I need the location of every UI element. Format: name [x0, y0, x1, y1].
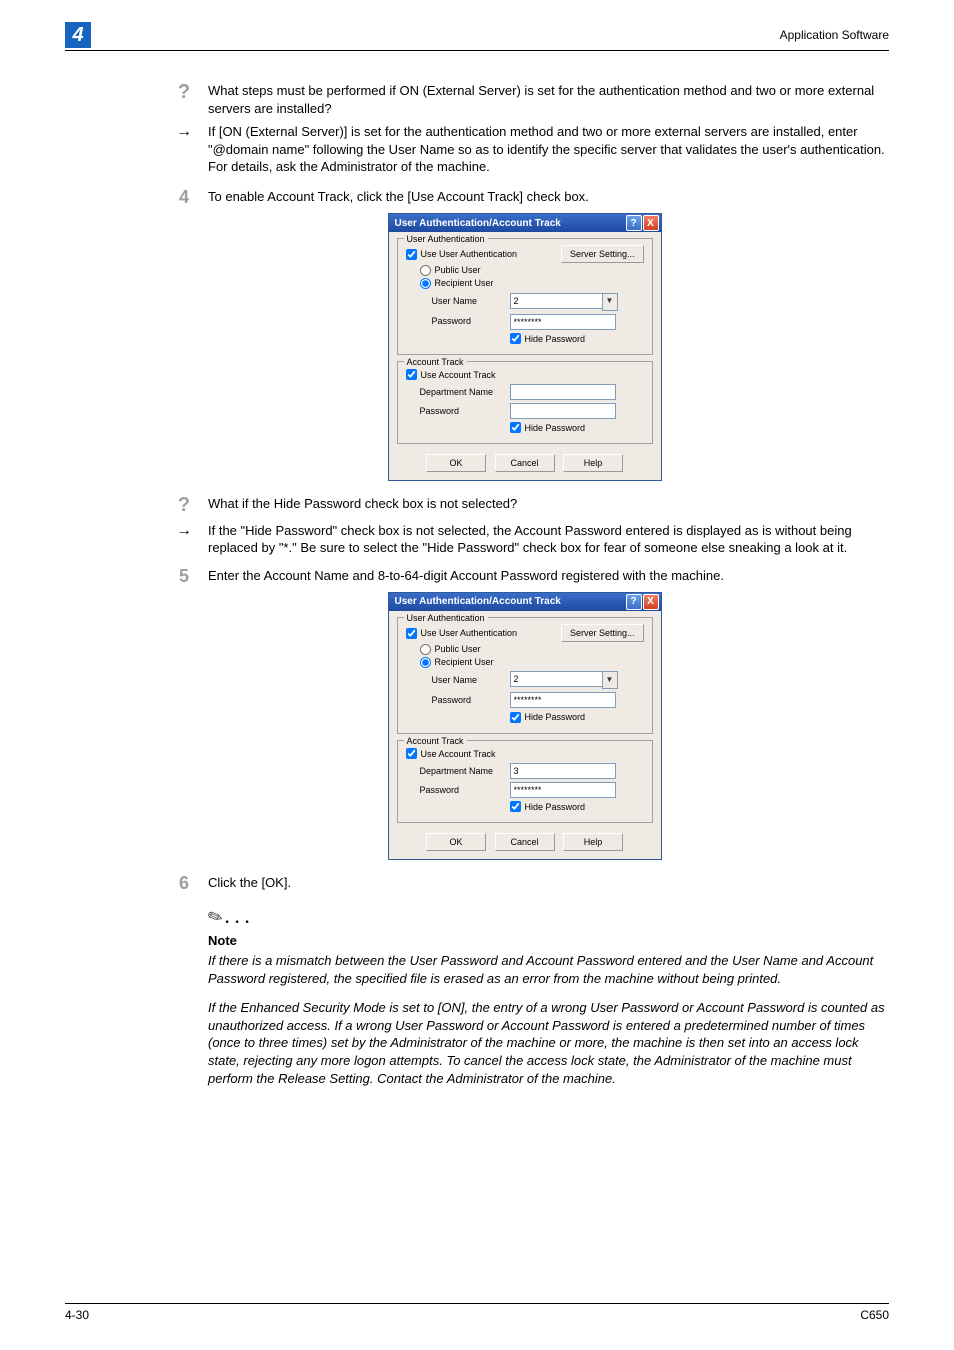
answer-1: If [ON (External Server)] is set for the…	[208, 123, 889, 176]
step-6-text: Click the [OK].	[208, 874, 889, 892]
group-title: User Authentication	[404, 233, 488, 245]
recipient-user-radio[interactable]	[420, 278, 431, 289]
footer-page: 4-30	[65, 1308, 89, 1322]
use-account-track-checkbox[interactable]	[406, 369, 417, 380]
recipient-user-radio[interactable]	[420, 657, 431, 668]
note-body: If there is a mismatch between the User …	[208, 952, 889, 1087]
use-account-track-label: Use Account Track	[421, 748, 496, 760]
user-name-label: User Name	[432, 295, 504, 307]
use-user-auth-checkbox[interactable]	[406, 249, 417, 260]
note-icon: ✎. . .	[208, 905, 250, 929]
step-number: 4	[179, 187, 189, 207]
page-content: ? What steps must be performed if ON (Ex…	[160, 82, 889, 1099]
hide-password-checkbox-2[interactable]	[510, 801, 521, 812]
dept-name-input[interactable]	[510, 384, 616, 400]
user-name-input[interactable]	[510, 671, 602, 687]
password-input[interactable]	[510, 692, 616, 708]
dialog-title: User Authentication/Account Track	[391, 595, 561, 609]
question-icon: ?	[178, 494, 190, 516]
help-icon[interactable]: ?	[626, 594, 642, 610]
public-user-radio[interactable]	[420, 265, 431, 276]
answer-2: If the "Hide Password" check box is not …	[208, 522, 889, 557]
group-title: Account Track	[404, 356, 467, 368]
group-account-track: Account Track Use Account Track Departme…	[397, 740, 653, 823]
public-user-radio[interactable]	[420, 644, 431, 655]
use-account-track-label: Use Account Track	[421, 369, 496, 381]
group-title: User Authentication	[404, 612, 488, 624]
server-setting-button[interactable]: Server Setting...	[561, 245, 644, 263]
acct-password-input[interactable]	[510, 782, 616, 798]
chevron-down-icon[interactable]: ▼	[602, 293, 618, 311]
acct-password-label: Password	[420, 784, 504, 796]
group-user-auth: User Authentication Use User Authenticat…	[397, 617, 653, 733]
dept-name-input[interactable]	[510, 763, 616, 779]
acct-password-input[interactable]	[510, 403, 616, 419]
note-block: ✎. . . Note If there is a mismatch betwe…	[208, 905, 889, 1087]
password-label: Password	[432, 315, 504, 327]
user-name-label: User Name	[432, 674, 504, 686]
page-footer: 4-30 C650	[65, 1303, 889, 1322]
use-user-auth-checkbox[interactable]	[406, 628, 417, 639]
footer-model: C650	[860, 1308, 889, 1322]
user-name-input[interactable]	[510, 293, 602, 309]
hide-password-label: Hide Password	[525, 711, 586, 723]
server-setting-button[interactable]: Server Setting...	[561, 624, 644, 642]
note-p2: If the Enhanced Security Mode is set to …	[208, 999, 889, 1087]
recipient-user-label: Recipient User	[435, 656, 494, 668]
dialog-2: User Authentication/Account Track ? X Us…	[388, 592, 662, 860]
public-user-label: Public User	[435, 264, 481, 276]
dialog-title: User Authentication/Account Track	[391, 217, 561, 231]
use-user-auth-label: Use User Authentication	[421, 627, 518, 639]
page: 4 Application Software ? What steps must…	[0, 0, 954, 1350]
help-button[interactable]: Help	[563, 454, 623, 472]
password-input[interactable]	[510, 314, 616, 330]
help-button[interactable]: Help	[563, 833, 623, 851]
group-account-track: Account Track Use Account Track Departme…	[397, 361, 653, 444]
question-2: What if the Hide Password check box is n…	[208, 495, 889, 513]
chapter-number: 4	[65, 22, 91, 48]
recipient-user-label: Recipient User	[435, 277, 494, 289]
hide-password-label-2: Hide Password	[525, 422, 586, 434]
step-5-text: Enter the Account Name and 8-to-64-digit…	[208, 567, 889, 585]
hide-password-checkbox-2[interactable]	[510, 422, 521, 433]
step-number: 5	[179, 566, 189, 586]
close-icon[interactable]: X	[643, 215, 659, 231]
dialog-titlebar: User Authentication/Account Track ? X	[389, 593, 661, 611]
arrow-icon: →	[176, 123, 192, 140]
step-4-text: To enable Account Track, click the [Use …	[208, 188, 889, 206]
page-header: 4 Application Software	[65, 28, 889, 51]
group-title: Account Track	[404, 735, 467, 747]
close-icon[interactable]: X	[643, 594, 659, 610]
dialog-titlebar: User Authentication/Account Track ? X	[389, 214, 661, 232]
use-user-auth-label: Use User Authentication	[421, 248, 518, 260]
arrow-icon: →	[176, 522, 192, 539]
help-icon[interactable]: ?	[626, 215, 642, 231]
ok-button[interactable]: OK	[426, 454, 486, 472]
header-title: Application Software	[780, 28, 889, 42]
question-1: What steps must be performed if ON (Exte…	[208, 82, 889, 117]
note-label: Note	[208, 932, 889, 950]
acct-password-label: Password	[420, 405, 504, 417]
chevron-down-icon[interactable]: ▼	[602, 671, 618, 689]
password-label: Password	[432, 694, 504, 706]
note-p1: If there is a mismatch between the User …	[208, 952, 889, 987]
question-icon: ?	[178, 81, 190, 103]
use-account-track-checkbox[interactable]	[406, 748, 417, 759]
step-number: 6	[179, 873, 189, 893]
group-user-auth: User Authentication Use User Authenticat…	[397, 238, 653, 354]
hide-password-label-2: Hide Password	[525, 801, 586, 813]
public-user-label: Public User	[435, 643, 481, 655]
dept-name-label: Department Name	[420, 386, 504, 398]
cancel-button[interactable]: Cancel	[495, 454, 555, 472]
hide-password-checkbox[interactable]	[510, 333, 521, 344]
hide-password-label: Hide Password	[525, 333, 586, 345]
dept-name-label: Department Name	[420, 765, 504, 777]
hide-password-checkbox[interactable]	[510, 712, 521, 723]
cancel-button[interactable]: Cancel	[495, 833, 555, 851]
ok-button[interactable]: OK	[426, 833, 486, 851]
dialog-1: User Authentication/Account Track ? X Us…	[388, 213, 662, 481]
